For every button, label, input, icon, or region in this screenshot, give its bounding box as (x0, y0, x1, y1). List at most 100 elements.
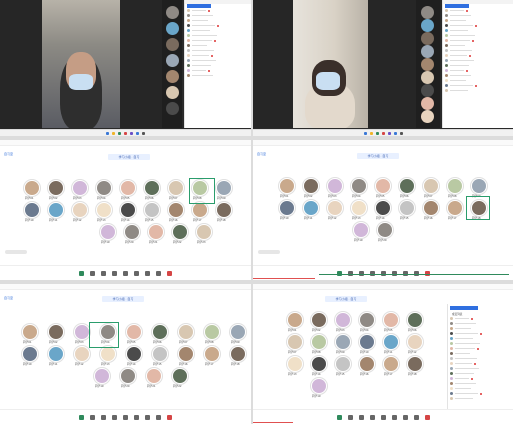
participant-avatar[interactable] (327, 200, 343, 216)
participant-avatar[interactable] (152, 346, 168, 362)
participant-thumb[interactable] (166, 22, 179, 35)
status-pill[interactable] (5, 250, 27, 254)
participant-avatar[interactable] (407, 334, 423, 350)
participant-avatar[interactable] (146, 368, 162, 384)
participant-thumb[interactable] (421, 19, 434, 32)
participant-avatar[interactable] (172, 224, 188, 240)
participant-avatar[interactable] (100, 224, 116, 240)
participant-avatar[interactable] (152, 324, 168, 340)
list-item[interactable] (448, 396, 513, 401)
participant-avatar[interactable] (359, 334, 375, 350)
participant-avatar[interactable] (72, 202, 88, 218)
participant-avatar[interactable] (407, 312, 423, 328)
control-button[interactable] (112, 414, 117, 420)
participant-avatar[interactable] (178, 324, 194, 340)
participant-avatar[interactable] (383, 312, 399, 328)
control-button[interactable] (145, 414, 150, 420)
participant-avatar[interactable] (94, 368, 110, 384)
participant-avatar[interactable] (287, 334, 303, 350)
participant-avatar[interactable] (351, 178, 367, 194)
participant-avatar[interactable] (96, 180, 112, 196)
participant-avatar[interactable] (311, 334, 327, 350)
control-button[interactable] (134, 414, 139, 420)
control-button[interactable] (123, 414, 128, 420)
participant-thumb[interactable] (421, 45, 434, 58)
control-button[interactable] (134, 270, 139, 276)
participant-avatar[interactable] (359, 356, 375, 372)
participant-avatar[interactable] (351, 200, 367, 216)
participant-avatar[interactable] (74, 346, 90, 362)
control-button[interactable] (79, 270, 84, 276)
control-button[interactable] (156, 270, 161, 276)
list-item[interactable] (185, 73, 251, 78)
control-button[interactable] (402, 414, 408, 420)
participant-avatar[interactable] (120, 202, 136, 218)
participant-avatar[interactable] (120, 368, 136, 384)
control-button[interactable] (79, 414, 84, 420)
participant-thumb[interactable] (421, 6, 434, 19)
participant-avatar[interactable] (383, 334, 399, 350)
participant-avatar[interactable] (48, 324, 64, 340)
participant-avatar[interactable] (279, 178, 295, 194)
participant-avatar[interactable] (311, 312, 327, 328)
control-button[interactable] (90, 414, 95, 420)
control-button[interactable] (424, 414, 430, 420)
control-button[interactable] (358, 414, 364, 420)
participant-avatar[interactable] (22, 324, 38, 340)
participant-avatar[interactable] (311, 378, 327, 394)
control-button[interactable] (380, 414, 386, 420)
participant-thumb[interactable] (166, 70, 179, 83)
control-button[interactable] (112, 270, 117, 276)
participant-avatar[interactable] (375, 200, 391, 216)
participant-avatar[interactable] (447, 178, 463, 194)
participant-avatar[interactable] (423, 178, 439, 194)
participant-avatar[interactable] (144, 180, 160, 196)
participant-thumb[interactable] (421, 84, 434, 97)
control-button[interactable] (336, 414, 342, 420)
participant-avatar[interactable] (74, 324, 90, 340)
control-button[interactable] (369, 414, 375, 420)
control-button[interactable] (156, 414, 161, 420)
participant-avatar[interactable] (178, 346, 194, 362)
participant-avatar[interactable] (287, 312, 303, 328)
participant-avatar[interactable] (375, 178, 391, 194)
participant-avatar[interactable] (168, 180, 184, 196)
participant-thumb[interactable] (166, 102, 179, 115)
participant-thumb[interactable] (166, 38, 179, 51)
participant-avatar[interactable] (24, 180, 40, 196)
participant-avatar[interactable] (327, 178, 343, 194)
participant-avatar[interactable] (399, 200, 415, 216)
participant-avatar[interactable] (407, 356, 423, 372)
participant-avatar[interactable] (303, 178, 319, 194)
participant-avatar[interactable] (204, 324, 220, 340)
participant-avatar[interactable] (204, 346, 220, 362)
control-button[interactable] (167, 414, 172, 420)
participant-avatar[interactable] (120, 180, 136, 196)
control-button[interactable] (101, 270, 106, 276)
participant-avatar[interactable] (287, 356, 303, 372)
participant-avatar[interactable] (148, 224, 164, 240)
participant-avatar[interactable] (216, 202, 232, 218)
camera-feed-2[interactable] (293, 0, 368, 128)
participant-avatar[interactable] (447, 200, 463, 216)
participant-avatar[interactable] (22, 346, 38, 362)
control-button[interactable] (391, 414, 397, 420)
participant-avatar[interactable] (335, 356, 351, 372)
participant-avatar[interactable] (72, 180, 88, 196)
participant-avatar[interactable] (230, 346, 246, 362)
control-button[interactable] (101, 414, 106, 420)
participant-thumb[interactable] (166, 6, 179, 19)
participant-thumb[interactable] (421, 32, 434, 45)
participant-avatar[interactable] (172, 368, 188, 384)
participant-avatar[interactable] (168, 202, 184, 218)
participant-avatar[interactable] (383, 356, 399, 372)
participant-avatar[interactable] (48, 346, 64, 362)
participant-avatar[interactable] (96, 202, 112, 218)
participant-avatar[interactable] (196, 224, 212, 240)
participant-avatar[interactable] (311, 356, 327, 372)
participant-avatar[interactable] (126, 324, 142, 340)
participant-thumb[interactable] (421, 71, 434, 84)
participant-thumb[interactable] (421, 97, 434, 110)
participant-avatar[interactable] (423, 200, 439, 216)
participant-avatar[interactable] (279, 200, 295, 216)
